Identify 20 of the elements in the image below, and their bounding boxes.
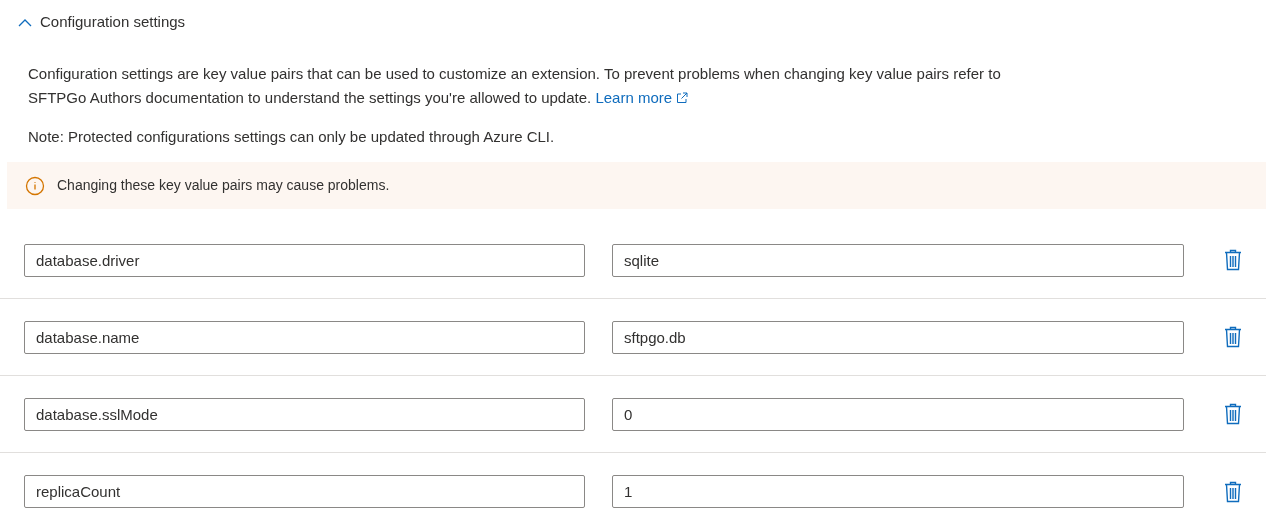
section-header[interactable]: Configuration settings — [0, 0, 186, 34]
value-field[interactable]: sftpgo.db — [612, 320, 1184, 354]
key-field[interactable]: database.name — [24, 320, 585, 354]
info-icon — [25, 175, 45, 196]
learn-more-link[interactable]: Learn more — [595, 86, 689, 110]
warning-banner: Changing these key value pairs may cause problems. — [7, 162, 1266, 209]
key-field[interactable]: database.sslMode — [24, 397, 585, 431]
value-field[interactable]: sqlite — [612, 243, 1184, 277]
value-field[interactable]: 1 — [612, 475, 1184, 508]
external-link-icon — [676, 92, 689, 104]
delete-icon[interactable] — [1224, 403, 1242, 425]
note-text: Note: Protected configurations settings can only be updated through Azure CLI. — [27, 127, 556, 147]
key-field[interactable]: database.driver — [24, 243, 585, 277]
delete-icon[interactable] — [1224, 249, 1242, 271]
delete-icon[interactable] — [1224, 480, 1242, 503]
key-field[interactable]: replicaCount — [24, 475, 585, 508]
delete-icon[interactable] — [1224, 326, 1242, 348]
chevron-icon — [18, 17, 32, 27]
description-text: Configuration settings are key value pairs that can be used to customize an extension. To prevent problems when changing key value pairs refer to SFTPGo Authors documentation to understand the settings you're allowed to update. Learn more — [0, 62, 1080, 110]
value-field[interactable]: 0 — [612, 397, 1184, 431]
